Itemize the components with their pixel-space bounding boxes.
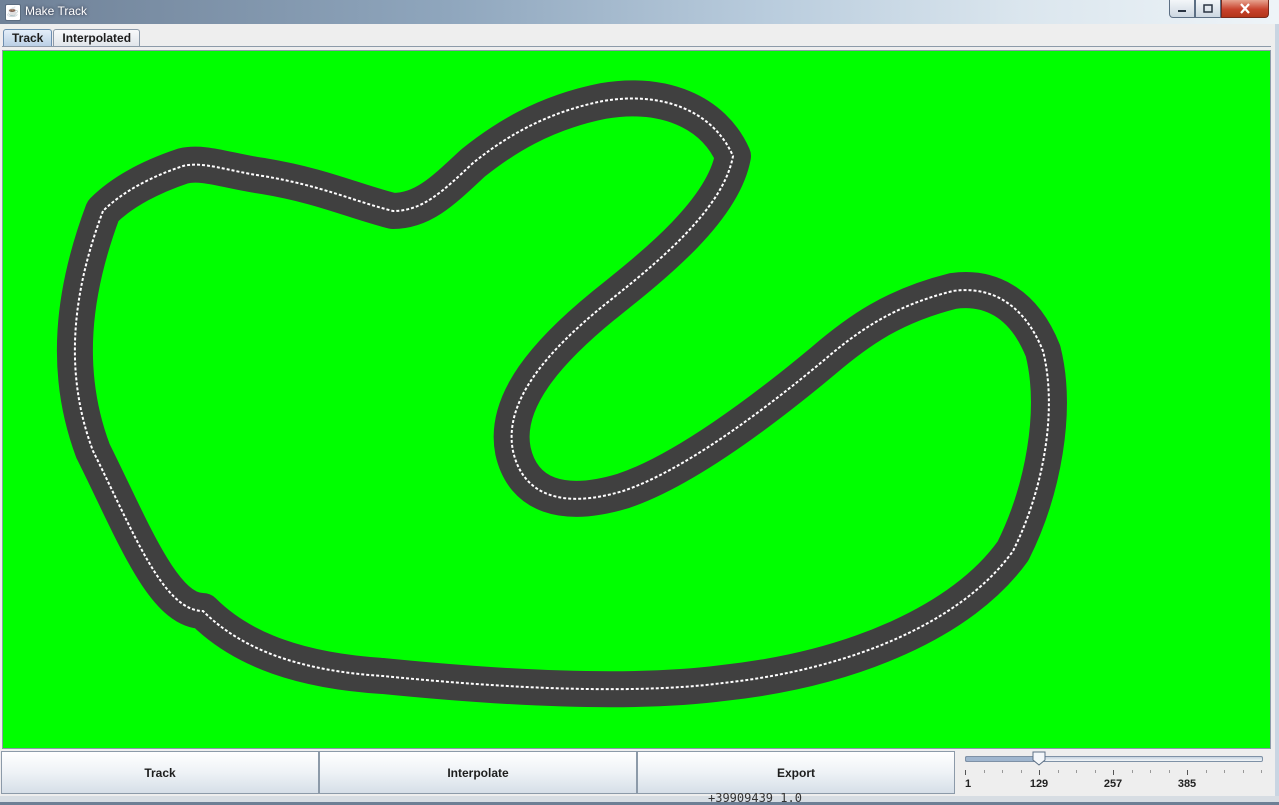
slider-major-tick <box>965 770 966 775</box>
minimize-button[interactable] <box>1169 0 1195 18</box>
slider-minor-tick <box>1076 770 1077 773</box>
slider-minor-tick <box>1002 770 1003 773</box>
make-track-window: ☕ Make Track Track Interpolated Track In… <box>0 0 1279 805</box>
background-window-text: +39909439 1.0 <box>708 791 802 805</box>
window-title: Make Track <box>25 4 88 18</box>
slider-minor-tick <box>1168 770 1170 773</box>
slider-minor-tick <box>1205 770 1207 773</box>
tab-track[interactable]: Track <box>3 29 53 47</box>
track-road <box>56 80 1067 708</box>
tab-divider <box>2 46 1271 47</box>
slider-minor-tick <box>1020 770 1022 773</box>
track-canvas[interactable] <box>2 50 1271 749</box>
slider-tick-label: 257 <box>1103 778 1123 790</box>
background-window-strip <box>0 796 1279 802</box>
minimize-icon <box>1178 9 1186 12</box>
interpolate-button[interactable]: Interpolate <box>319 751 637 794</box>
tab-interpolated[interactable]: Interpolated <box>53 29 141 47</box>
window-controls <box>1169 0 1269 19</box>
export-button[interactable]: Export <box>637 751 955 794</box>
slider-tick-label: 1 <box>965 778 972 790</box>
maximize-icon <box>1203 3 1213 13</box>
slider-tick-label: 385 <box>1177 778 1197 790</box>
bottom-toolbar: Track Interpolate Export 1 129 257 385 <box>0 751 1275 796</box>
track-centerline <box>73 97 1050 691</box>
slider-major-tick <box>1039 770 1040 775</box>
slider-minor-tick <box>1242 770 1244 773</box>
window-border <box>1275 24 1279 796</box>
track-button[interactable]: Track <box>1 751 319 794</box>
slider-fill <box>965 756 1040 762</box>
slider-major-tick <box>1113 770 1114 775</box>
slider-minor-tick <box>1057 770 1059 773</box>
slider-minor-tick <box>1150 770 1151 773</box>
slider-minor-tick <box>1224 770 1225 773</box>
maximize-button[interactable] <box>1195 0 1221 18</box>
close-icon <box>1240 3 1250 14</box>
slider-major-tick <box>1187 770 1188 775</box>
title-bar[interactable]: ☕ Make Track <box>0 0 1279 24</box>
slider-minor-tick <box>1131 770 1133 773</box>
slider-minor-tick <box>983 770 985 773</box>
slider-tick-label: 129 <box>1029 778 1049 790</box>
track-drawing <box>56 80 1067 708</box>
slider-minor-tick <box>1094 770 1096 773</box>
point-slider[interactable]: 1 129 257 385 <box>955 751 1273 796</box>
slider-thumb[interactable] <box>1032 751 1046 766</box>
java-cup-icon: ☕ <box>5 4 21 21</box>
main-panel: Track Interpolated Track Interpolate Exp… <box>0 24 1276 796</box>
close-button[interactable] <box>1221 0 1269 18</box>
slider-minor-tick <box>1261 770 1262 773</box>
